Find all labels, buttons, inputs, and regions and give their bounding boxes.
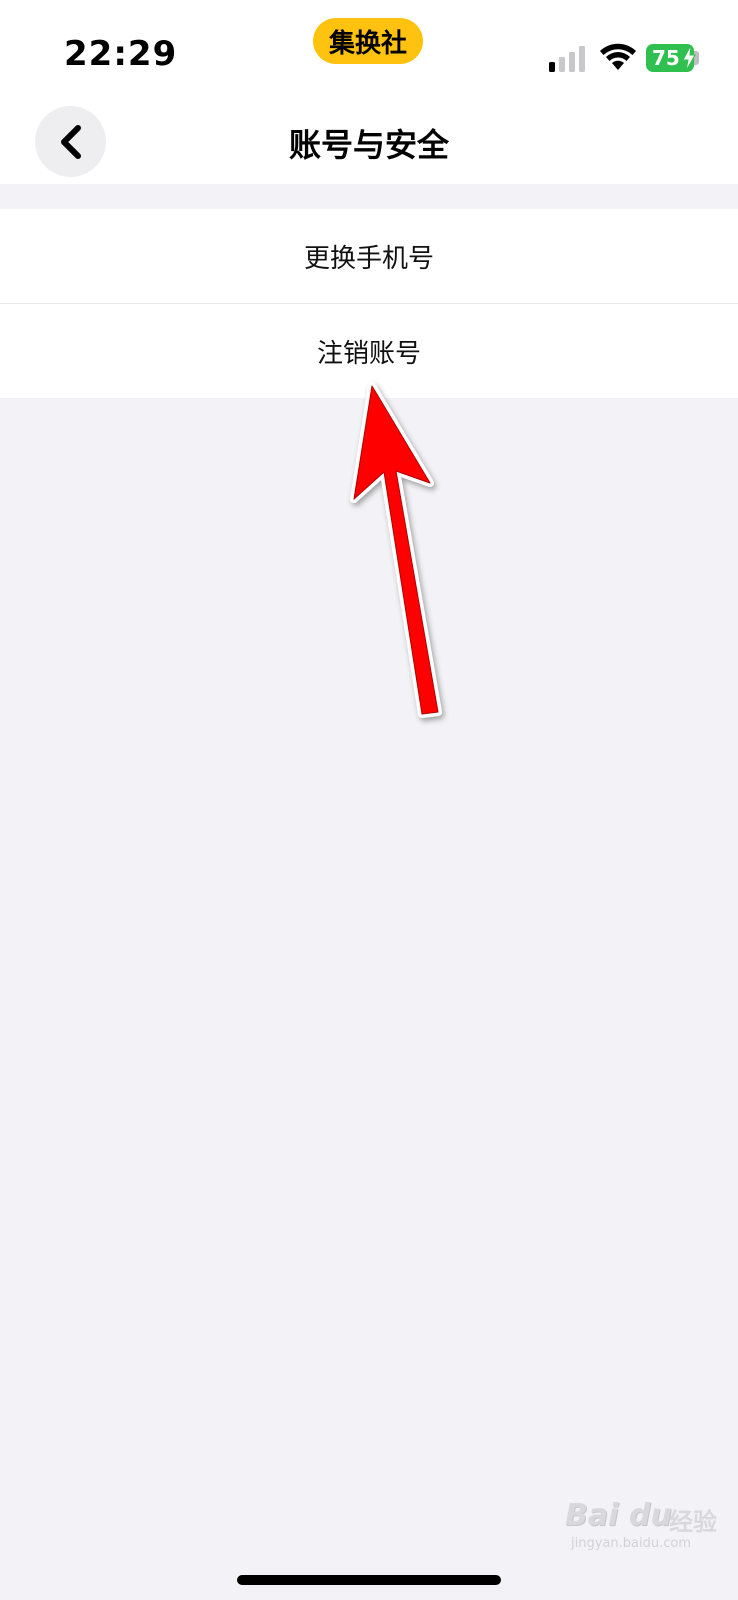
watermark-url: jingyan.baidu.com	[571, 1536, 691, 1551]
navigation-bar: 账号与安全	[0, 100, 738, 184]
home-indicator[interactable]	[237, 1575, 501, 1585]
app-badge[interactable]: 集换社	[313, 18, 423, 64]
status-bar: 22:29 集换社 75	[0, 0, 738, 100]
wifi-icon	[600, 43, 636, 70]
page-title: 账号与安全	[288, 126, 449, 164]
status-time: 22:29	[64, 34, 178, 74]
charging-bolt-icon	[682, 45, 696, 71]
watermark-brand: Bai du	[565, 1498, 672, 1533]
change-phone-number-item[interactable]: 更换手机号	[0, 209, 738, 303]
red-arrow-pointer	[350, 382, 442, 718]
cellular-signal-icon	[549, 46, 585, 72]
settings-list: 更换手机号 注销账号	[0, 209, 738, 398]
baidu-watermark: Bai du 经验 jingyan.baidu.com	[565, 1480, 725, 1551]
deactivate-account-item[interactable]: 注销账号	[0, 304, 738, 398]
watermark-product: 经验	[669, 1508, 717, 1536]
